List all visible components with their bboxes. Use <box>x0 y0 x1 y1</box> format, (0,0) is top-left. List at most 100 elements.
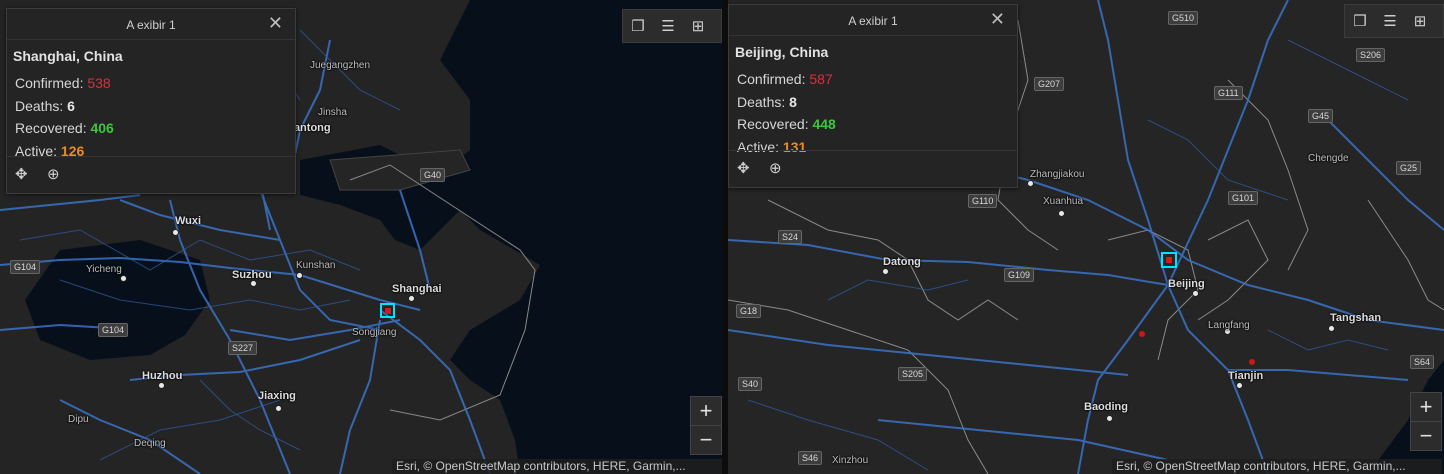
recovered-row: Recovered: 448 <box>737 116 836 132</box>
city-dot <box>1027 180 1034 187</box>
highway-shield: G110 <box>968 194 998 208</box>
city-label: Deqing <box>134 438 166 449</box>
zoom-out-button[interactable]: − <box>1411 421 1441 450</box>
city-label: Baoding <box>1084 401 1128 413</box>
deaths-row: Deaths: 8 <box>737 93 797 110</box>
zoom-to-icon[interactable]: ⊕ <box>47 165 60 183</box>
city-dot <box>1106 415 1113 422</box>
highway-shield: G109 <box>1004 268 1035 282</box>
legend-list-icon[interactable]: ☰ <box>1375 5 1405 37</box>
bookmark-icon[interactable]: ❒ <box>623 10 653 42</box>
attribution: Esri, © OpenStreetMap contributors, HERE… <box>392 459 722 474</box>
case-marker[interactable] <box>1249 359 1255 365</box>
city-dot <box>250 280 257 287</box>
city-dot <box>120 275 127 282</box>
highway-shield: G207 <box>1034 77 1065 91</box>
zoom-out-button[interactable]: − <box>691 425 721 454</box>
highway-shield: G104 <box>98 323 129 337</box>
city-label: Yicheng <box>86 264 122 275</box>
highway-shield: S46 <box>798 451 823 465</box>
highway-shield: S227 <box>228 341 258 355</box>
popup: A exibir 1 ✕ Beijing, China Confirmed: 5… <box>728 4 1018 188</box>
deaths-row: Deaths: 6 <box>15 97 75 114</box>
city-label: Shanghai <box>392 283 442 295</box>
zoom-in-button[interactable]: + <box>691 397 721 425</box>
right-map[interactable]: Zhangjiakou Xuanhua Datong Beijing Langf… <box>728 0 1444 474</box>
basemap-gallery-icon[interactable]: ⊞ <box>683 10 713 42</box>
city-dot <box>1236 382 1243 389</box>
city-label: Wuxi <box>175 215 202 227</box>
highway-shield: S206 <box>1356 48 1386 62</box>
close-icon[interactable]: ✕ <box>990 10 1005 28</box>
zoom-to-icon[interactable]: ⊕ <box>769 159 782 177</box>
map-toolbar: ❒ ☰ ⊞ <box>622 9 722 43</box>
city-dot <box>882 268 889 275</box>
popup-header-title: A exibir 1 <box>126 18 176 32</box>
popup: A exibir 1 ✕ Shanghai, China Confirmed: … <box>6 8 296 194</box>
popup-actions: ✥ ⊕ <box>729 150 1017 187</box>
deaths-value: 8 <box>789 93 797 110</box>
highway-shield: G104 <box>10 260 41 274</box>
city-label: Langfang <box>1208 320 1250 331</box>
city-dot <box>1328 325 1335 332</box>
city-label: Tangshan <box>1330 312 1382 324</box>
highway-shield: S40 <box>738 377 763 391</box>
confirmed-value: 538 <box>87 75 111 91</box>
highway-shield: S24 <box>778 230 803 244</box>
selected-location-marker[interactable] <box>380 303 395 318</box>
highway-shield: G18 <box>736 304 762 318</box>
city-label: Huzhou <box>142 370 183 382</box>
selected-location-marker[interactable] <box>1161 252 1177 268</box>
map-toolbar: ❒ ☰ ⊞ <box>1344 4 1444 38</box>
confirmed-value: 587 <box>809 71 833 87</box>
city-dot <box>172 229 179 236</box>
legend-list-icon[interactable]: ☰ <box>653 10 683 42</box>
city-label: Suzhou <box>232 269 272 281</box>
city-label: Tianjin <box>1228 370 1264 382</box>
popup-actions: ✥ ⊕ <box>7 156 295 193</box>
city-dot <box>158 382 165 389</box>
city-label: Xuanhua <box>1043 196 1084 207</box>
confirmed-row: Confirmed: 587 <box>737 71 833 87</box>
city-dot <box>275 405 282 412</box>
pan-icon[interactable]: ✥ <box>15 165 28 183</box>
highway-shield: S64 <box>1410 355 1435 369</box>
city-dot <box>408 295 415 302</box>
highway-shield: G45 <box>1308 109 1334 123</box>
confirmed-row: Confirmed: 538 <box>15 75 111 91</box>
popup-location-title: Beijing, China <box>735 44 829 60</box>
popup-location-title: Shanghai, China <box>13 48 123 64</box>
bookmark-icon[interactable]: ❒ <box>1345 5 1375 37</box>
recovered-value: 448 <box>812 116 836 132</box>
city-dot <box>1192 290 1199 297</box>
highway-shield: G510 <box>1168 11 1199 25</box>
highway-shield: G40 <box>420 168 446 182</box>
city-label: Datong <box>883 256 921 268</box>
case-marker[interactable] <box>1139 331 1145 337</box>
city-label: Zhangjiakou <box>1030 169 1085 180</box>
basemap-gallery-icon[interactable]: ⊞ <box>1405 5 1435 37</box>
city-label: Kunshan <box>296 260 336 271</box>
city-label: Songjiang <box>352 327 397 338</box>
highway-shield: S205 <box>898 367 928 381</box>
city-label: Xinzhou <box>832 455 869 466</box>
zoom-in-button[interactable]: + <box>1411 393 1441 421</box>
city-label: Jiaxing <box>258 390 296 402</box>
city-label: Juegangzhen <box>310 60 371 71</box>
popup-header-title: A exibir 1 <box>848 14 898 28</box>
zoom-controls: + − <box>690 396 722 455</box>
popup-stats: Confirmed: 587 Deaths: 8 Recovered: 448 … <box>729 60 1017 158</box>
recovered-value: 406 <box>90 120 114 136</box>
zoom-controls: + − <box>1410 392 1442 451</box>
deaths-value: 6 <box>67 97 75 114</box>
popup-header: A exibir 1 ✕ <box>7 9 295 40</box>
city-label: Dipu <box>68 414 89 425</box>
pan-icon[interactable]: ✥ <box>737 159 750 177</box>
highway-shield: G101 <box>1228 191 1259 205</box>
city-label: Beijing <box>1168 278 1205 290</box>
close-icon[interactable]: ✕ <box>268 14 283 32</box>
highway-shield: G25 <box>1396 161 1422 175</box>
left-map[interactable]: Juegangzhen Jinsha Nantong Wuxi Suzhou K… <box>0 0 722 474</box>
city-dot <box>1058 210 1065 217</box>
city-label: Jinsha <box>318 107 347 118</box>
